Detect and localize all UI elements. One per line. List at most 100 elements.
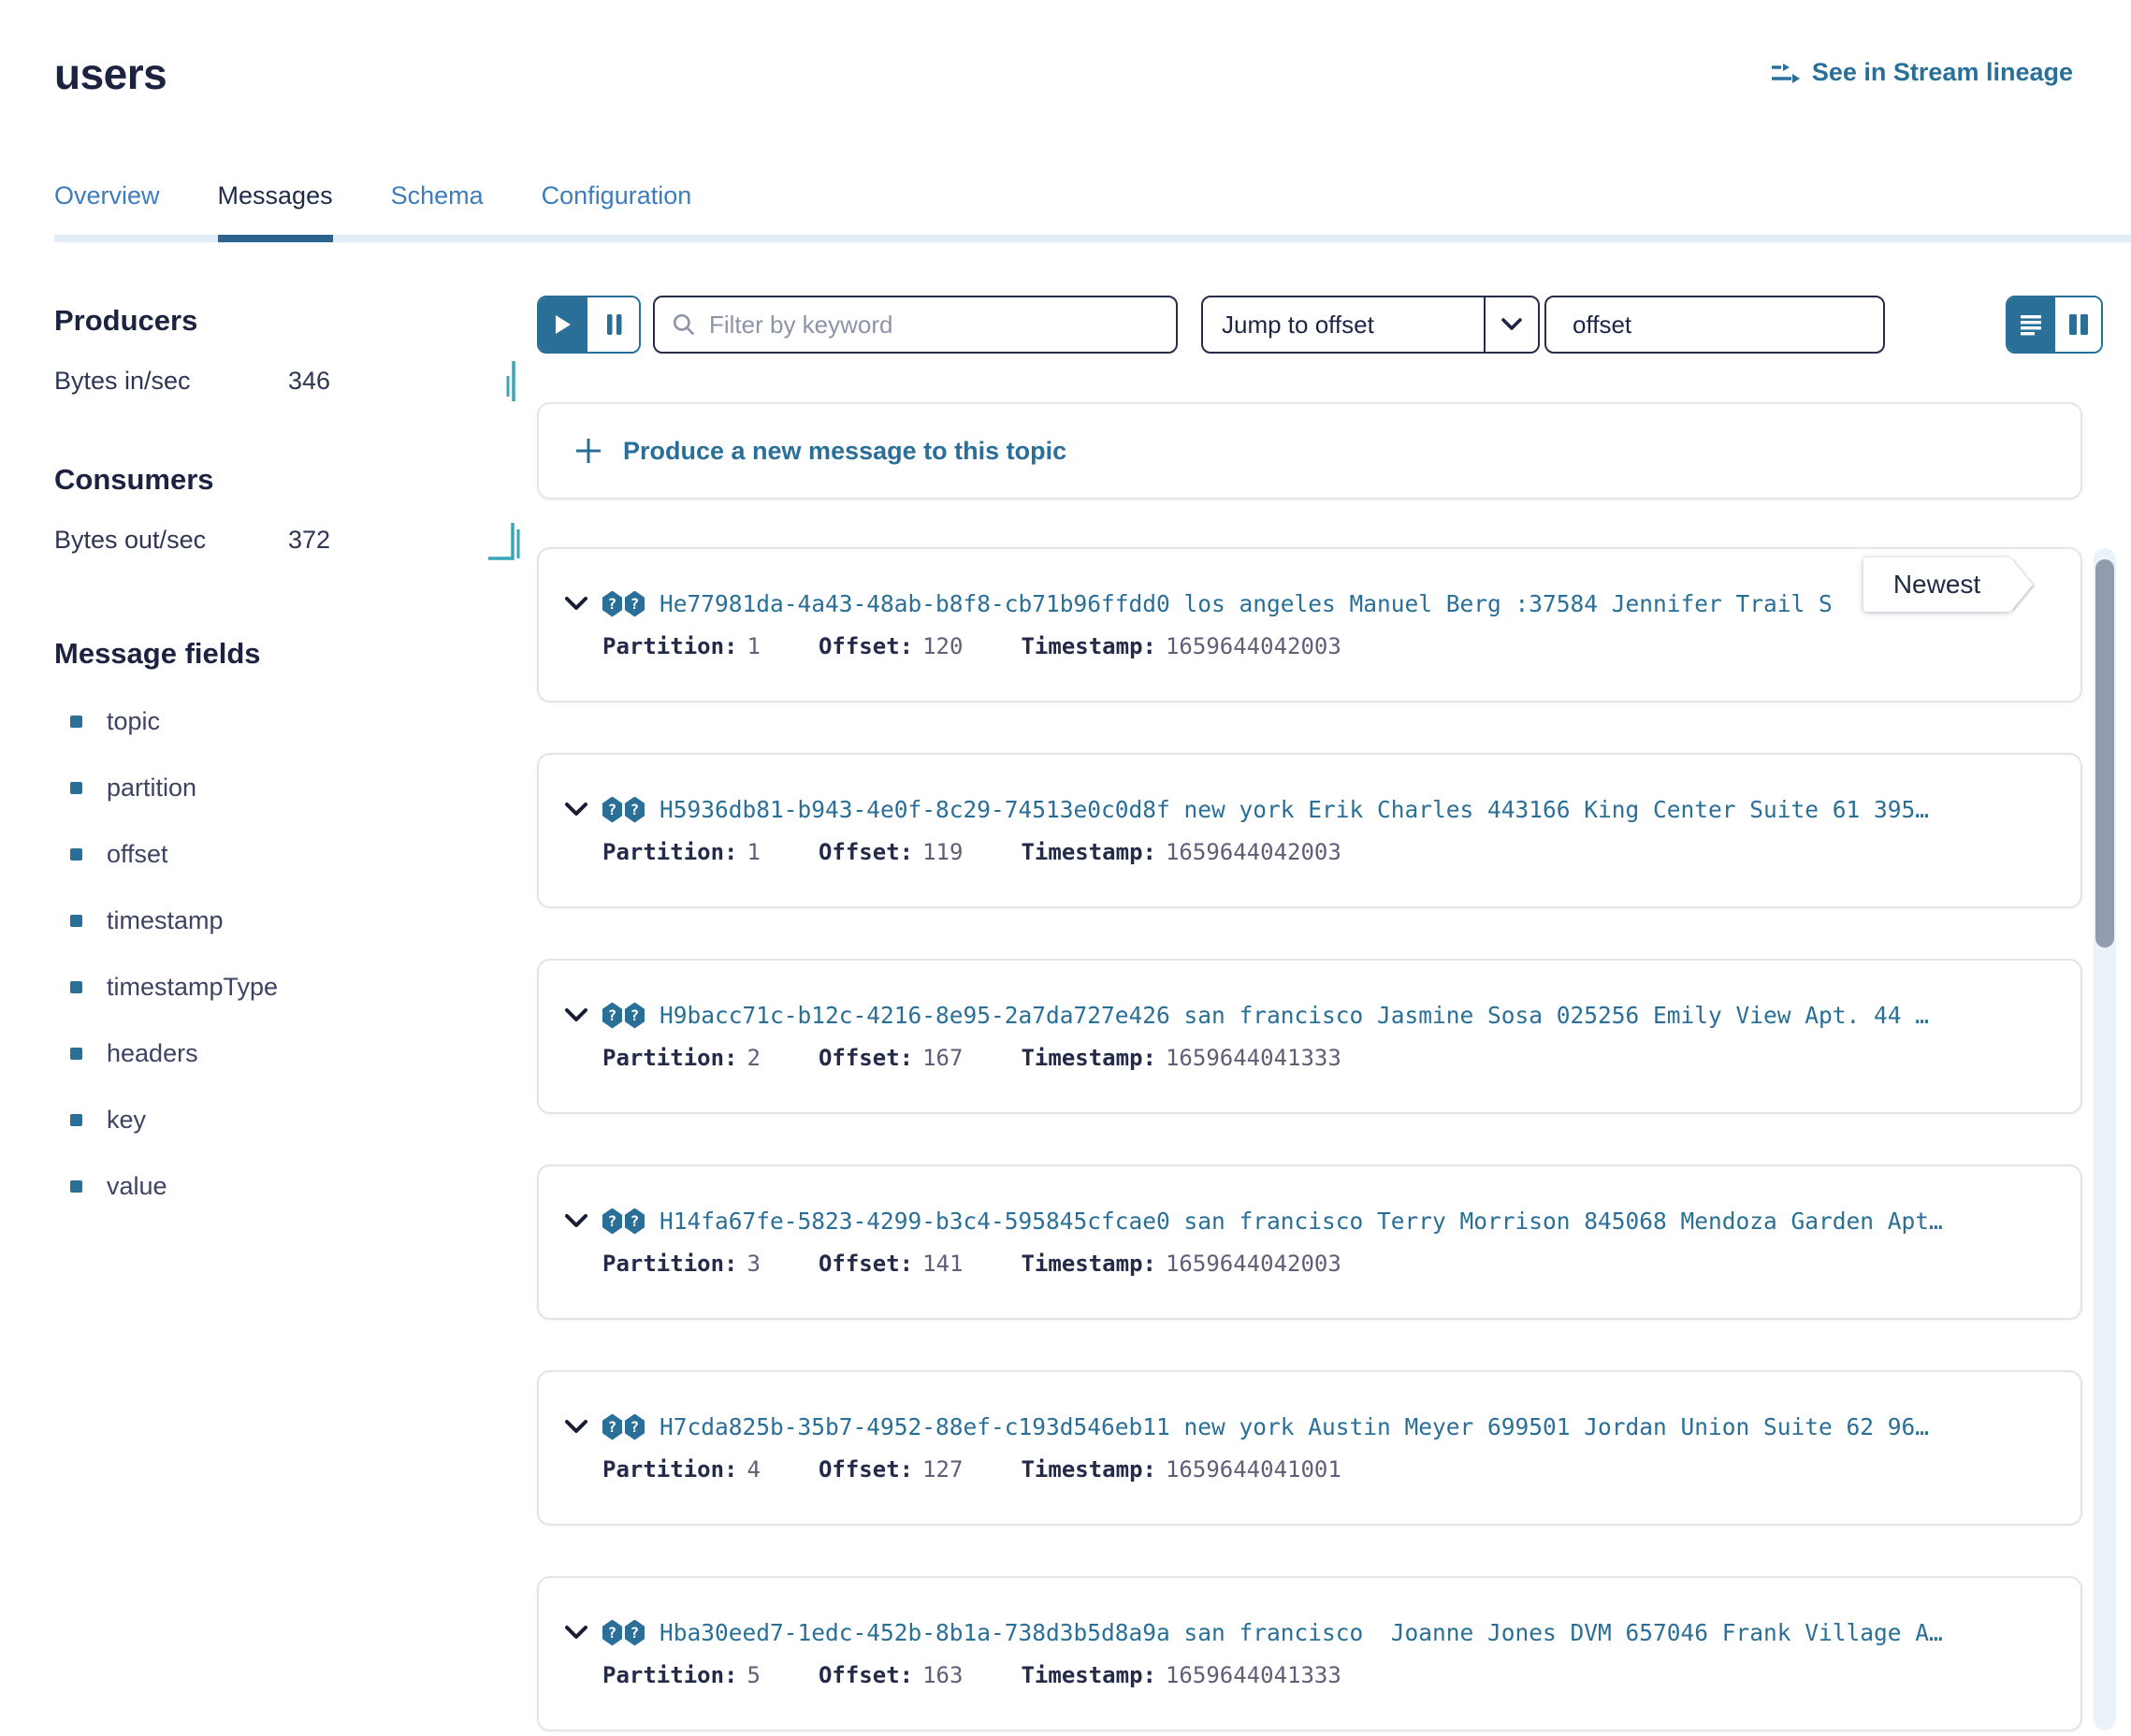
field-item-key[interactable]: key <box>54 1087 537 1153</box>
field-item-partition[interactable]: partition <box>54 755 537 821</box>
message-row[interactable]: ? ? He77981da-4a43-48ab-b8f8-cb71b96ffdd… <box>537 547 2082 702</box>
message-list-scrollbar[interactable] <box>2094 548 2116 1730</box>
message-key-value: H5936db81-b943-4e0f-8c29-74513e0c0d8f ne… <box>660 796 1929 823</box>
pause-button[interactable] <box>590 297 639 352</box>
timestamp-value: 1659644041001 <box>1166 1456 1341 1483</box>
tab-messages[interactable]: Messages <box>218 181 333 235</box>
message-row[interactable]: ? ? H7cda825b-35b7-4952-88ef-c193d546eb1… <box>537 1370 2082 1526</box>
topic-tabs: Overview Messages Schema Configuration <box>0 181 2131 235</box>
message-row[interactable]: ? ? H5936db81-b943-4e0f-8c29-74513e0c0d8… <box>537 753 2082 908</box>
expand-chevron-icon[interactable] <box>565 803 587 817</box>
offset-search-input[interactable] <box>1573 311 1886 340</box>
tab-overview[interactable]: Overview <box>54 181 160 235</box>
key-badge-icon: ? <box>602 1414 622 1440</box>
key-type-badges: ? ? <box>602 1620 645 1646</box>
key-badge-icon: ? <box>602 1208 622 1235</box>
view-mode-toggle <box>2006 296 2103 354</box>
message-row[interactable]: ? ? H14fa67fe-5823-4299-b3c4-595845cfcae… <box>537 1165 2082 1320</box>
produce-message-button[interactable]: Produce a new message to this topic <box>537 402 2082 499</box>
column-view-button[interactable] <box>2053 297 2101 352</box>
jump-to-offset-value: Jump to offset <box>1203 311 1484 340</box>
bytes-out-sparkline <box>488 518 524 561</box>
message-row[interactable]: ? ? H9bacc71c-b12c-4216-8e95-2a7da727e42… <box>537 959 2082 1114</box>
key-type-badges: ? ? <box>602 1208 645 1235</box>
stream-lineage-label: See in Stream lineage <box>1812 58 2073 87</box>
expand-chevron-icon[interactable] <box>565 1008 587 1022</box>
partition-value: 5 <box>747 1662 761 1688</box>
offset-value: 120 <box>922 633 963 659</box>
expand-chevron-icon[interactable] <box>565 1626 587 1640</box>
page-title: users <box>54 49 167 99</box>
key-badge-icon: ? <box>602 1620 622 1646</box>
key-badge-icon: ? <box>602 797 622 823</box>
timestamp-value: 1659644041333 <box>1166 1662 1341 1688</box>
message-meta: Partition:1 Offset:119 Timestamp:1659644… <box>565 839 2058 865</box>
field-bullet-icon <box>70 915 82 927</box>
message-meta: Partition:5 Offset:163 Timestamp:1659644… <box>565 1662 2058 1688</box>
field-item-offset[interactable]: offset <box>54 821 537 888</box>
list-view-button[interactable] <box>2008 297 2053 352</box>
tab-schema[interactable]: Schema <box>391 181 484 235</box>
key-badge-icon: ? <box>602 1003 622 1029</box>
expand-chevron-icon[interactable] <box>565 597 587 611</box>
field-item-headers[interactable]: headers <box>54 1020 537 1087</box>
field-bullet-icon <box>70 981 82 993</box>
offset-value: 163 <box>922 1662 963 1688</box>
partition-value: 2 <box>747 1045 761 1071</box>
list-view-icon <box>2020 313 2042 336</box>
expand-chevron-icon[interactable] <box>565 1420 587 1434</box>
message-row[interactable]: ? ? Hba30eed7-1edc-452b-8b1a-738d3b5d8a9… <box>537 1576 2082 1731</box>
message-meta: Partition:2 Offset:167 Timestamp:1659644… <box>565 1045 2058 1071</box>
message-key-value: He77981da-4a43-48ab-b8f8-cb71b96ffdd0 lo… <box>660 590 1833 617</box>
chevron-down-icon <box>1486 318 1538 331</box>
bytes-in-sparkline <box>503 359 524 402</box>
field-bullet-icon <box>70 848 82 861</box>
field-item-topic[interactable]: topic <box>54 688 537 755</box>
jump-to-offset-select[interactable]: Jump to offset <box>1201 296 1540 354</box>
column-view-icon <box>2068 313 2089 336</box>
bytes-out-value: 372 <box>288 526 330 555</box>
field-bullet-icon <box>70 716 82 728</box>
expand-chevron-icon[interactable] <box>565 1214 587 1228</box>
tab-underline-track <box>54 235 2131 242</box>
filter-keyword-field[interactable] <box>653 296 1178 354</box>
message-meta: Partition:4 Offset:127 Timestamp:1659644… <box>565 1456 2058 1483</box>
bytes-in-value: 346 <box>288 367 330 396</box>
bytes-out-label: Bytes out/sec <box>54 526 288 555</box>
plus-icon <box>574 437 602 465</box>
field-bullet-icon <box>70 1114 82 1126</box>
field-item-timestamp[interactable]: timestamp <box>54 888 537 954</box>
timestamp-value: 1659644041333 <box>1166 1045 1341 1071</box>
key-badge-icon: ? <box>625 591 645 617</box>
offset-value: 141 <box>922 1251 963 1277</box>
tab-configuration[interactable]: Configuration <box>542 181 692 235</box>
message-key-value: H14fa67fe-5823-4299-b3c4-595845cfcae0 sa… <box>660 1208 1943 1235</box>
metrics-sidebar: Producers Bytes in/sec 346 Consumers Byt… <box>0 296 537 1731</box>
offset-value: 167 <box>922 1045 963 1071</box>
key-badge-icon: ? <box>625 1414 645 1440</box>
message-meta: Partition:1 Offset:120 Timestamp:1659644… <box>565 633 2058 659</box>
offset-search-field[interactable] <box>1544 296 1885 354</box>
message-list: ? ? He77981da-4a43-48ab-b8f8-cb71b96ffdd… <box>537 547 2103 1731</box>
key-badge-icon: ? <box>625 797 645 823</box>
timestamp-value: 1659644042003 <box>1166 633 1341 659</box>
field-item-value[interactable]: value <box>54 1153 537 1220</box>
bytes-in-label: Bytes in/sec <box>54 367 288 396</box>
play-button[interactable] <box>539 297 590 352</box>
pause-icon <box>606 313 623 336</box>
filter-keyword-input[interactable] <box>709 311 1159 340</box>
partition-value: 3 <box>747 1251 761 1277</box>
scrollbar-thumb[interactable] <box>2095 559 2114 948</box>
stream-lineage-link[interactable]: See in Stream lineage <box>1771 58 2073 87</box>
field-item-timestampType[interactable]: timestampType <box>54 954 537 1020</box>
messages-toolbar: Jump to offset <box>537 296 2103 354</box>
offset-value: 127 <box>922 1456 963 1483</box>
key-badge-icon: ? <box>625 1208 645 1235</box>
key-badge-icon: ? <box>625 1620 645 1646</box>
message-key-value: H7cda825b-35b7-4952-88ef-c193d546eb11 ne… <box>660 1413 1929 1440</box>
search-icon <box>672 312 696 337</box>
key-type-badges: ? ? <box>602 1003 645 1029</box>
message-key-value: H9bacc71c-b12c-4216-8e95-2a7da727e426 sa… <box>660 1002 1929 1029</box>
message-meta: Partition:3 Offset:141 Timestamp:1659644… <box>565 1251 2058 1277</box>
play-icon <box>554 314 573 335</box>
